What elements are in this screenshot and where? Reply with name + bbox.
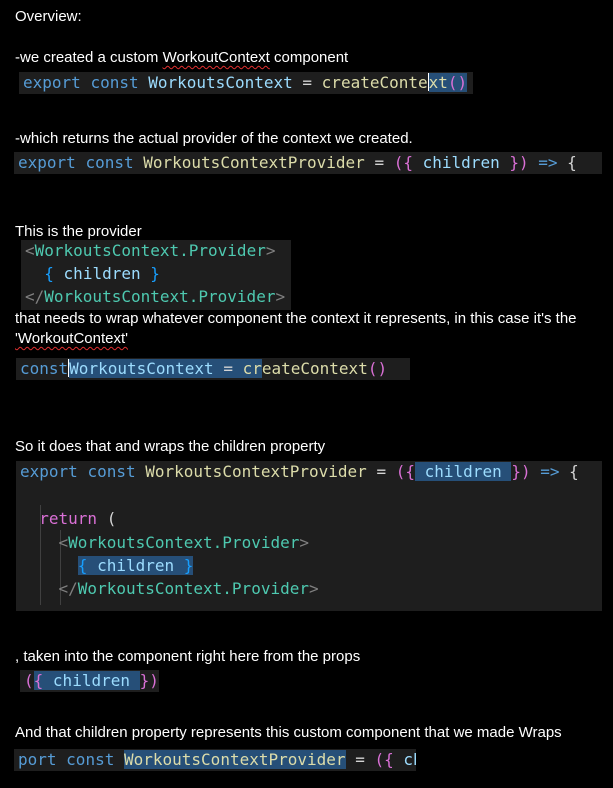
tag-name: WorkoutsContext.Provider	[77, 579, 309, 598]
op-eq: =	[376, 462, 387, 481]
kw-export: export	[18, 153, 76, 172]
code-line-tag-open: <WorkoutsContext.Provider>	[21, 240, 279, 262]
fn-provider-selected: WorkoutsContextProvider	[123, 750, 346, 769]
code-line-tag-close: </WorkoutsContext.Provider>	[21, 286, 289, 308]
brace-close: }	[150, 264, 160, 283]
code-line-return: return (	[16, 508, 120, 530]
tag-lt-slash: </	[58, 579, 78, 598]
code-line-tag-open: <WorkoutsContext.Provider>	[16, 532, 313, 554]
note-spellcheck-word: WorkoutContext	[162, 49, 270, 66]
note-this-is-provider: This is the provider	[15, 223, 142, 240]
note-wraps-children: So it does that and wraps the children p…	[15, 438, 326, 455]
obj-close: })	[139, 671, 159, 690]
parens: ()	[447, 73, 468, 92]
code-snippet-const-selected: constWorkoutsContext = createContext()	[16, 358, 410, 380]
op-eq: =	[302, 73, 313, 92]
tag-gt: >	[308, 579, 319, 598]
kw-const: const	[66, 750, 115, 769]
note-children-represents: And that children property represents th…	[15, 724, 562, 741]
ident-children-selected: children	[97, 556, 175, 575]
tag-name: WorkoutsContext.Provider	[68, 533, 300, 552]
op-arrow: =>	[540, 462, 560, 481]
ident-children: children	[63, 264, 141, 283]
fn-provider: WorkoutsContextProvider	[143, 153, 365, 172]
note-needs-to-wrap: that needs to wrap whatever component th…	[15, 310, 577, 327]
kw-return: return	[39, 509, 98, 528]
op-eq: =	[355, 750, 365, 769]
fn-prefix-selected: cr	[242, 359, 262, 378]
code-line-children: { children }	[21, 263, 164, 285]
ident-workouts-context: WorkoutsContext	[148, 73, 293, 92]
obj-close: })	[509, 153, 529, 172]
kw-export-cropped: port	[18, 750, 57, 769]
lparen: (	[24, 671, 34, 690]
kw-const: const	[85, 153, 134, 172]
brace-open: {	[33, 671, 44, 690]
brace-close: }	[183, 556, 194, 575]
brace-open: {	[567, 153, 577, 172]
lparen: (	[106, 509, 117, 528]
kw-const: const	[87, 462, 136, 481]
obj-open: ({	[374, 750, 394, 769]
code-line-provider: export const WorkoutsContextProvider = (…	[16, 461, 583, 483]
tag-name: WorkoutsContext.Provider	[34, 241, 266, 260]
brace-open: {	[44, 264, 54, 283]
tag-lt: <	[25, 241, 35, 260]
heading-overview: Overview:	[15, 8, 82, 25]
brace-open: {	[569, 462, 579, 481]
note-custom-context: -we created a custom WorkoutContext comp…	[15, 49, 348, 67]
code-snippet-provider-cropped: port const WorkoutsContextProvider = ({ …	[14, 749, 416, 771]
note-taken-from-props: , taken into the component right here fr…	[15, 648, 361, 665]
code-snippet-create-context: export const WorkoutsContext = createCon…	[19, 72, 473, 94]
code-snippet-props: ({ children })	[20, 670, 159, 692]
kw-const: const	[90, 73, 139, 92]
tag-name: WorkoutsContext.Provider	[44, 287, 276, 306]
fn-create-context: eateContext	[261, 359, 368, 378]
note-spellcheck-word: 'WorkoutContext'	[15, 330, 128, 347]
param-children-selected: children	[424, 462, 502, 481]
kw-export: export	[23, 73, 81, 92]
param-children-selected: children	[52, 671, 130, 690]
tag-gt: >	[275, 287, 286, 306]
note-returns-provider: -which returns the actual provider of th…	[15, 130, 413, 147]
tag-lt: <	[58, 533, 69, 552]
note-text-suffix: component	[269, 49, 349, 66]
code-line-children: { children }	[16, 555, 197, 577]
tag-lt-slash: </	[25, 287, 45, 306]
note-text: -we created a custom	[15, 49, 163, 66]
op-eq: =	[223, 359, 233, 378]
tag-gt: >	[299, 533, 309, 552]
code-snippet-provider-def: export const WorkoutsContextProvider = (…	[14, 152, 602, 174]
selected-text: xt	[428, 73, 448, 92]
fn-create-context: createConte	[321, 73, 428, 92]
param-children: children	[422, 153, 500, 172]
op-eq: =	[374, 153, 385, 172]
note-workout-context: 'WorkoutContext'	[15, 330, 128, 348]
obj-open: ({	[395, 462, 415, 481]
obj-close: })	[511, 462, 531, 481]
op-arrow: =>	[538, 153, 558, 172]
selected-ident: WorkoutsContext	[69, 359, 214, 378]
tag-gt: >	[265, 241, 276, 260]
kw-export: export	[20, 462, 78, 481]
param-children-cropped: ch	[403, 750, 416, 769]
fn-provider: WorkoutsContextProvider	[145, 462, 367, 481]
kw-const: const	[20, 359, 69, 378]
code-line-tag-close: </WorkoutsContext.Provider>	[16, 578, 323, 600]
obj-open: ({	[393, 153, 413, 172]
brace-open: {	[77, 556, 88, 575]
parens: ()	[367, 359, 388, 378]
